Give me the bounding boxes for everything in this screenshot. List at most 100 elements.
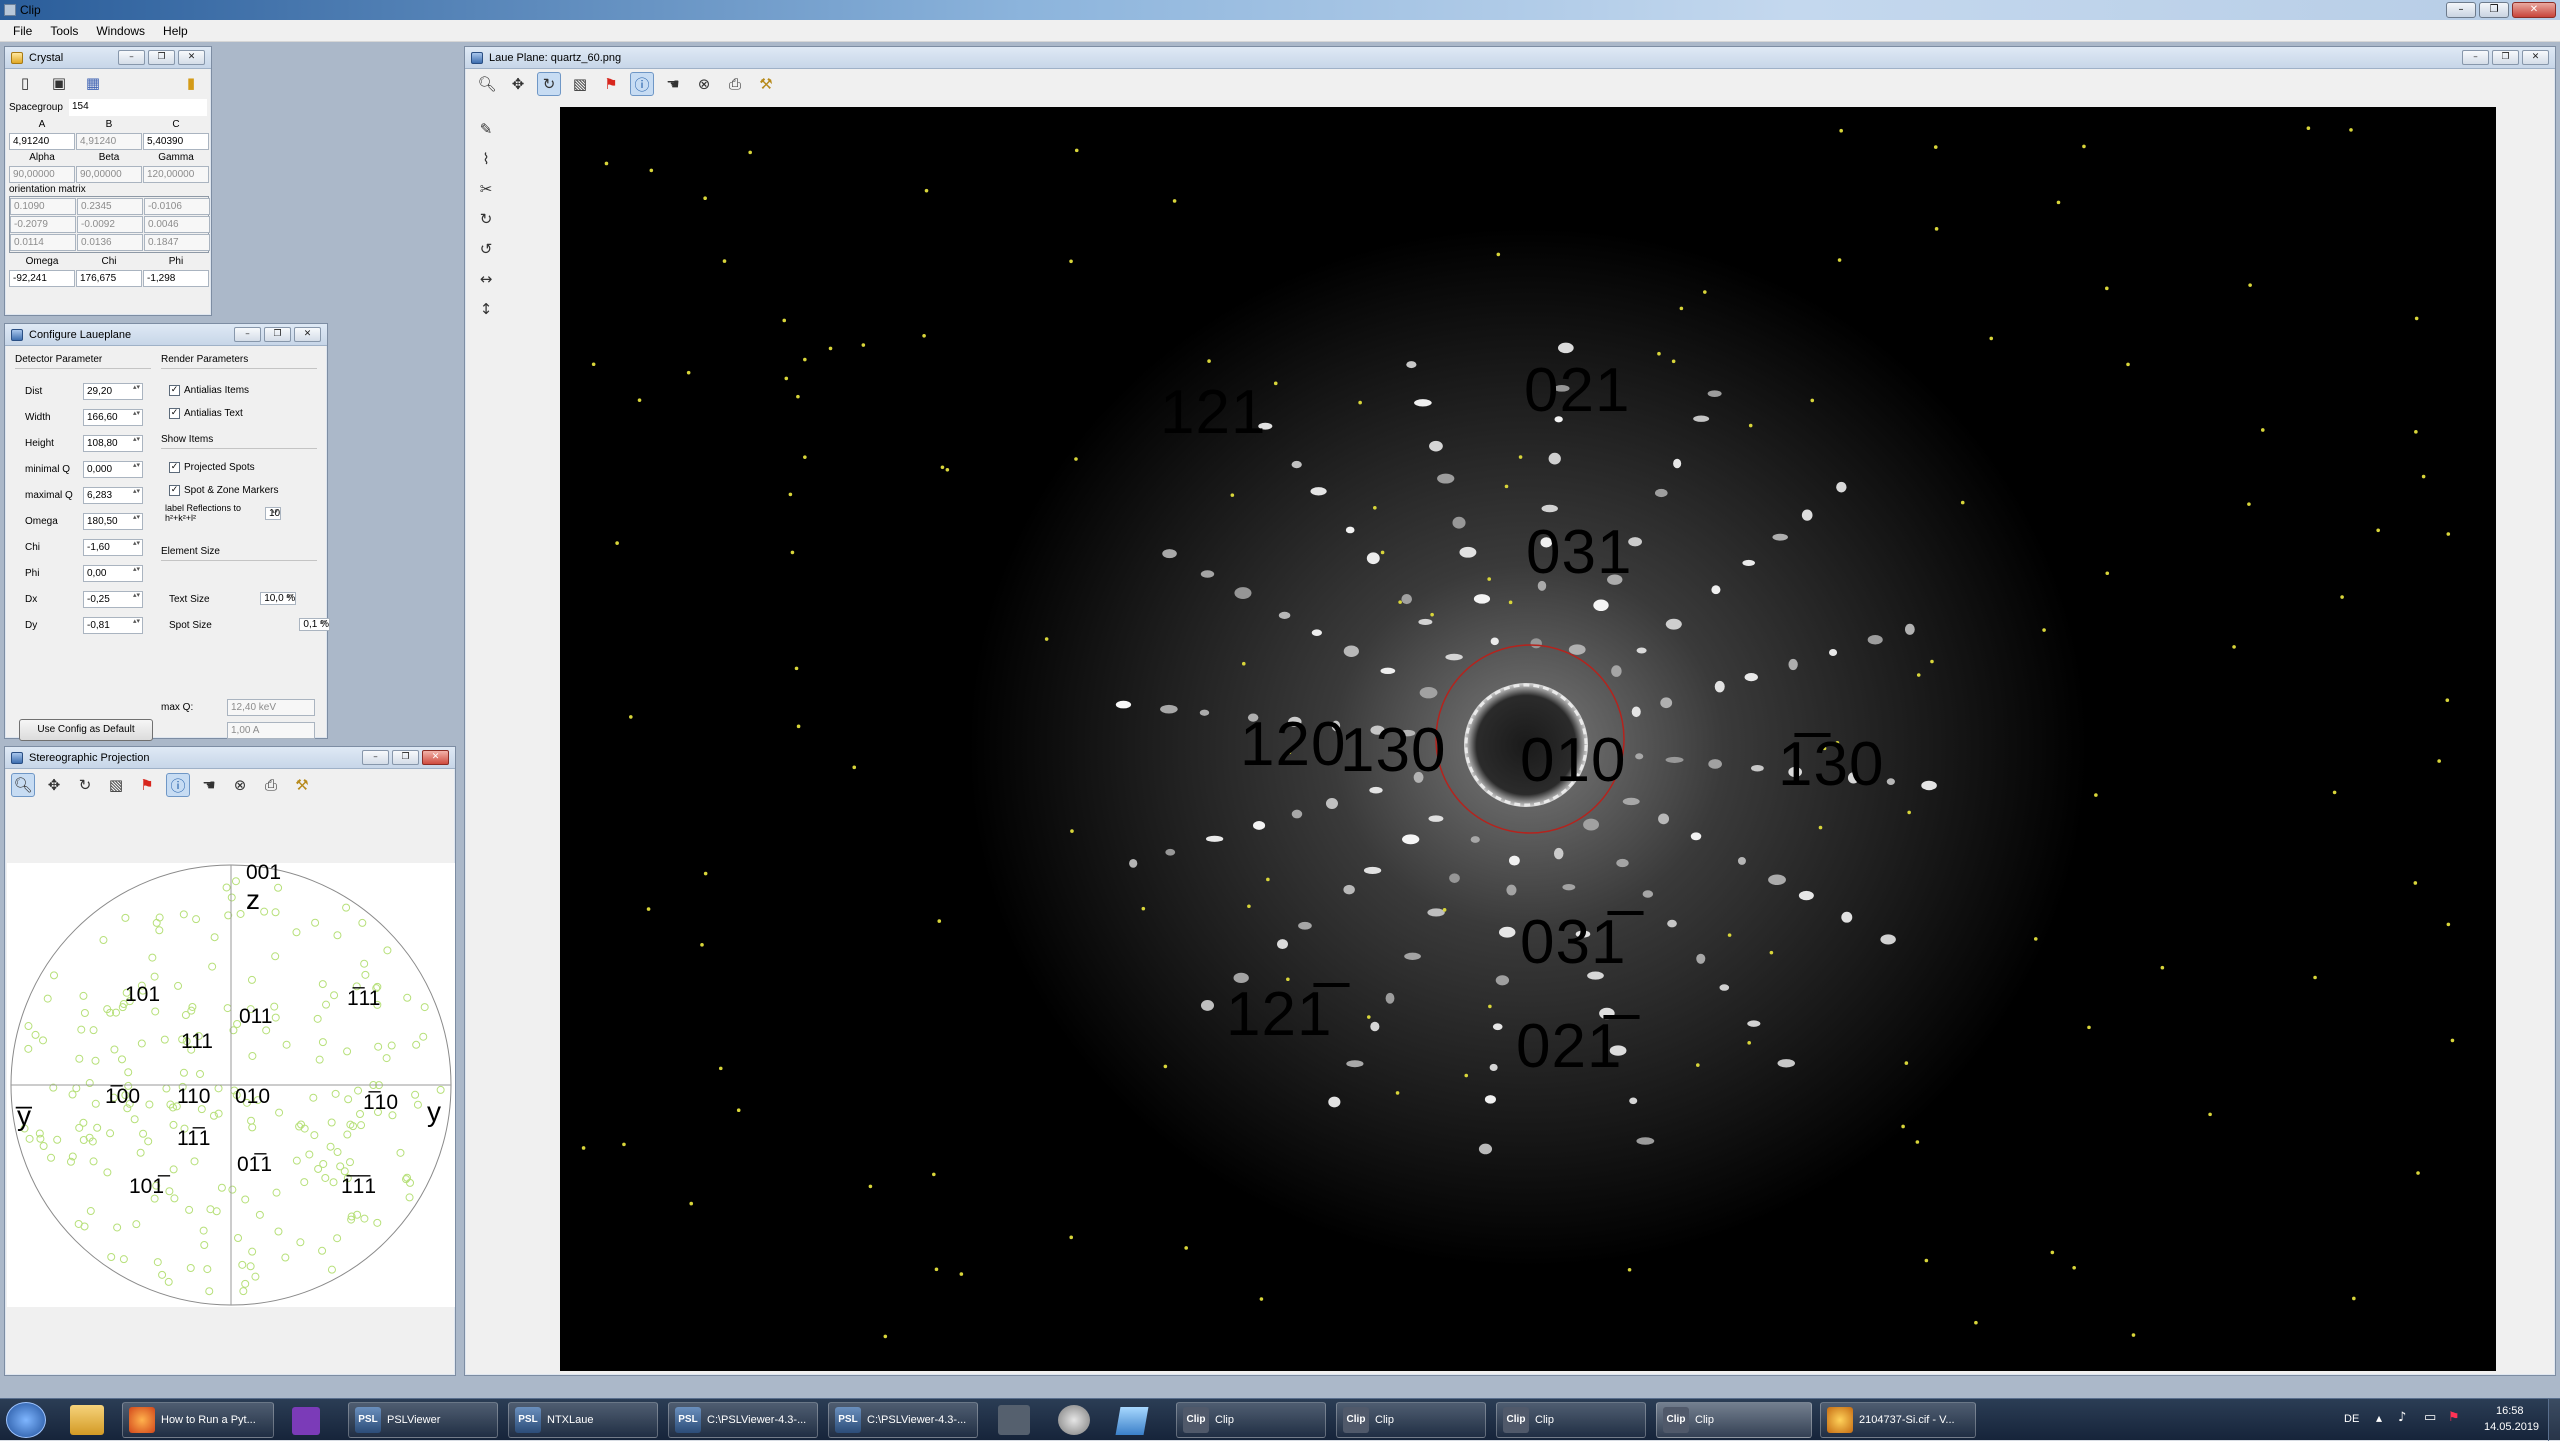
minimal-q-spinbox[interactable]: 0,000 [83, 460, 143, 478]
network-icon[interactable]: ▭ [2424, 1410, 2436, 1425]
tray-expand-icon[interactable]: ▴ [2376, 1411, 2382, 1425]
phi-field[interactable]: -1,298 [143, 270, 209, 287]
flip-horizontal-icon[interactable]: ↔ [474, 267, 498, 291]
rotate-ccw-icon[interactable]: ↺ [474, 237, 498, 261]
start-button[interactable] [6, 1402, 46, 1438]
laue-maximize-button[interactable]: ❐ [2492, 50, 2519, 65]
stereo-maximize-button[interactable]: ❐ [392, 750, 419, 765]
folder-icon[interactable] [70, 1405, 104, 1435]
dist-spinbox[interactable]: 29,20 [83, 382, 143, 400]
menu-file[interactable]: File [4, 24, 41, 38]
show-desktop-button[interactable] [2548, 1399, 2560, 1441]
spacegroup-field[interactable]: 154 [69, 99, 207, 116]
chi-field[interactable]: 176,675 [76, 270, 142, 287]
phi-spinbox[interactable]: 0,00 [83, 564, 143, 582]
wrench-icon[interactable]: ⚒ [754, 72, 778, 96]
flag-icon[interactable]: ⚑ [135, 773, 159, 797]
taskbar-item[interactable]: Clip Clip [1176, 1402, 1326, 1438]
a-field[interactable]: 4,91240 [9, 133, 75, 150]
dx-spinbox[interactable]: -0,25 [83, 590, 143, 608]
taskbar-item[interactable]: How to Run a Pyt... [122, 1402, 274, 1438]
close-button[interactable]: ✕ [2512, 2, 2556, 18]
pan-icon[interactable]: ✥ [506, 72, 530, 96]
wrench-icon[interactable]: ⚒ [290, 773, 314, 797]
laue-close-button[interactable]: ✕ [2522, 50, 2549, 65]
configure-close-button[interactable]: ✕ [294, 327, 321, 342]
laue-image[interactable]: 121 021 031 120 130 010 1̅30 031̅ 121̅ 0… [560, 107, 2496, 1371]
app-launcher-icon[interactable] [292, 1407, 320, 1435]
pan-icon[interactable]: ✥ [42, 773, 66, 797]
clock-date[interactable]: 14.05.2019 [2484, 1421, 2539, 1433]
hand-icon[interactable]: ☚ [661, 72, 685, 96]
clock-time[interactable]: 16:58 [2496, 1405, 2524, 1417]
height-spinbox[interactable]: 108,80 [83, 434, 143, 452]
configure-maximize-button[interactable]: ❐ [264, 327, 291, 342]
projected-spots-checkbox[interactable]: ✓ [169, 461, 180, 473]
rotate-cw-icon[interactable]: ↻ [474, 207, 498, 231]
menu-tools[interactable]: Tools [41, 24, 87, 38]
hand-icon[interactable]: ☚ [197, 773, 221, 797]
c-field[interactable]: 5,40390 [143, 133, 209, 150]
network-app-icon[interactable] [1058, 1405, 1090, 1435]
taskbar-item[interactable]: PSL C:\PSLViewer-4.3-... [828, 1402, 978, 1438]
antialias-text-checkbox[interactable]: ✓ [169, 407, 180, 419]
configure-minimize-button[interactable]: – [234, 327, 261, 342]
scissors-icon[interactable]: ✂ [474, 177, 498, 201]
omega-spinbox[interactable]: 180,50 [83, 512, 143, 530]
clip-launcher-icon[interactable] [998, 1405, 1030, 1435]
taskbar-item[interactable]: Clip Clip [1336, 1402, 1486, 1438]
taskbar-item[interactable]: PSL PSLViewer [348, 1402, 498, 1438]
volume-icon[interactable]: ♪ [2398, 1410, 2406, 1425]
zoom-icon[interactable]: 🔍︎ [11, 773, 35, 797]
notes-icon[interactable] [1115, 1407, 1149, 1435]
crystal-close-button[interactable]: ✕ [178, 50, 205, 65]
spot-size-spinbox[interactable]: 0,1 % [299, 618, 330, 631]
flag-icon[interactable]: ⚑ [599, 72, 623, 96]
image-icon[interactable]: ▧ [104, 773, 128, 797]
stereo-minimize-button[interactable]: – [362, 750, 389, 765]
chi-spinbox[interactable]: -1,60 [83, 538, 143, 556]
stereo-close-button[interactable]: ✕ [422, 750, 449, 765]
lock-icon[interactable]: ▮ [179, 71, 203, 95]
info-icon[interactable]: ⓘ [630, 72, 654, 96]
info-icon[interactable]: ⓘ [166, 773, 190, 797]
taskbar-item[interactable]: Clip Clip [1496, 1402, 1646, 1438]
restore-button[interactable]: ❐ [2479, 2, 2509, 18]
rotate-icon[interactable]: ↻ [537, 72, 561, 96]
database-icon[interactable]: ▦ [81, 71, 105, 95]
taskbar-item-active[interactable]: Clip Clip [1656, 1402, 1812, 1438]
maximal-q-spinbox[interactable]: 6,283 [83, 486, 143, 504]
antialias-items-checkbox[interactable]: ✓ [169, 384, 180, 396]
crystal-maximize-button[interactable]: ❐ [148, 50, 175, 65]
minimize-button[interactable]: – [2446, 2, 2476, 18]
cancel-icon[interactable]: ⊗ [692, 72, 716, 96]
pencil-icon[interactable]: ✎ [474, 117, 498, 141]
crystal-minimize-button[interactable]: – [118, 50, 145, 65]
flip-vertical-icon[interactable]: ↕ [474, 297, 498, 321]
rotate-icon[interactable]: ↻ [73, 773, 97, 797]
zoom-icon[interactable]: 🔍︎ [475, 72, 499, 96]
spot-zone-markers-checkbox[interactable]: ✓ [169, 484, 180, 496]
open-icon[interactable]: ▯ [13, 71, 37, 95]
menu-help[interactable]: Help [154, 24, 197, 38]
taskbar-item[interactable]: 2104737-Si.cif - V... [1820, 1402, 1976, 1438]
label-reflections-spinbox[interactable]: 10 [265, 507, 282, 520]
omega-field[interactable]: -92,241 [9, 270, 75, 287]
save-icon[interactable]: ▣ [47, 71, 71, 95]
image-icon[interactable]: ▧ [568, 72, 592, 96]
curve-icon[interactable]: ⌇ [474, 147, 498, 171]
print-icon[interactable]: ⎙ [259, 773, 283, 797]
text-size-spinbox[interactable]: 10,0 % [260, 592, 297, 605]
print-icon[interactable]: ⎙ [723, 72, 747, 96]
dy-spinbox[interactable]: -0,81 [83, 616, 143, 634]
language-indicator[interactable]: DE [2344, 1413, 2359, 1425]
use-config-default-button[interactable]: Use Config as Default [19, 719, 153, 741]
cancel-icon[interactable]: ⊗ [228, 773, 252, 797]
taskbar-item[interactable]: PSL NTXLaue [508, 1402, 658, 1438]
taskbar-item[interactable]: PSL C:\PSLViewer-4.3-... [668, 1402, 818, 1438]
width-spinbox[interactable]: 166,60 [83, 408, 143, 426]
stereo-plot[interactable]: 001 z 101 1̅11 011 111 1̅00 110 010 1̅10… [7, 863, 455, 1307]
menu-windows[interactable]: Windows [87, 24, 154, 38]
laue-minimize-button[interactable]: – [2462, 50, 2489, 65]
action-center-icon[interactable]: ⚑ [2448, 1410, 2460, 1425]
